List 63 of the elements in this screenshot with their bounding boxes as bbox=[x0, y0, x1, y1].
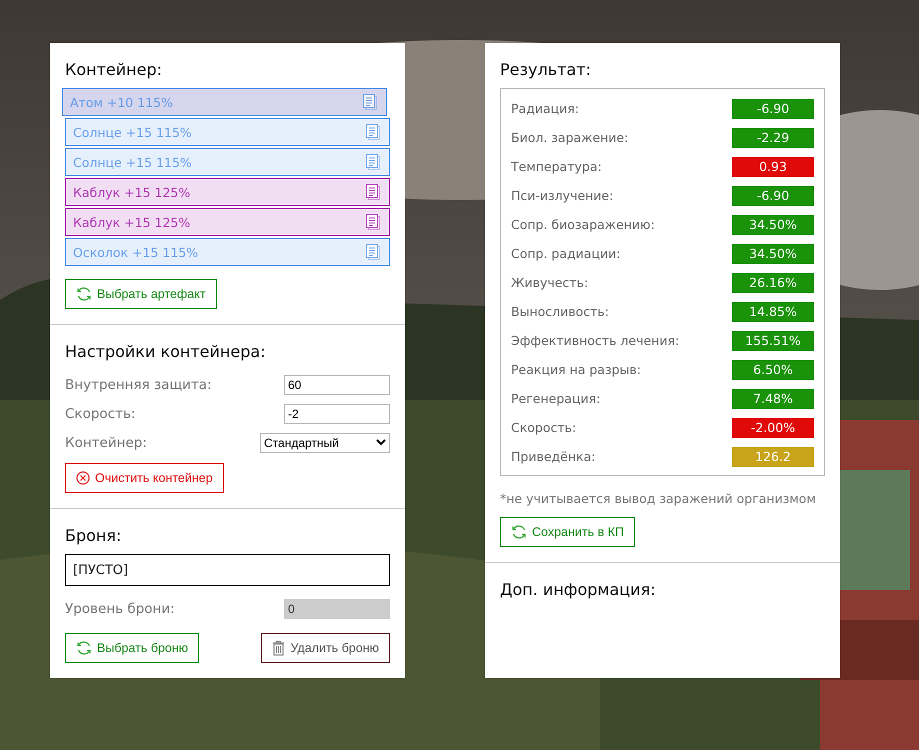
field-label: Уровень брони: bbox=[65, 600, 175, 616]
stat-label: Живучесть: bbox=[511, 275, 588, 290]
refresh-icon bbox=[76, 286, 92, 302]
clear-container-button[interactable]: Очистить контейнер bbox=[65, 463, 224, 493]
artifact-item[interactable]: Каблук +15 125% bbox=[65, 178, 390, 206]
close-circle-icon bbox=[76, 471, 90, 485]
stat-value: 34.50% bbox=[732, 244, 814, 264]
stat-value: -2.29 bbox=[732, 128, 814, 148]
stat-label: Пси-излучение: bbox=[511, 188, 614, 203]
delete-armor-button[interactable]: Удалить броню bbox=[261, 633, 390, 663]
stat-label: Радиация: bbox=[511, 101, 579, 116]
field-label: Контейнер: bbox=[65, 434, 147, 450]
stat-label: Биол. заражение: bbox=[511, 130, 628, 145]
field-label: Внутренняя защита: bbox=[65, 376, 212, 392]
stat-value: 126.2 bbox=[732, 446, 814, 466]
section-title: Броня: bbox=[65, 526, 122, 545]
armor-name-field[interactable]: [ПУСТО] bbox=[65, 554, 390, 586]
stat-label: Реакция на разрыв: bbox=[511, 362, 641, 377]
select-artifact-button[interactable]: Выбрать артефакт bbox=[65, 279, 217, 309]
stat-label: Температура: bbox=[511, 159, 602, 174]
stat-label: Приведёнка: bbox=[511, 449, 596, 464]
stat-label: Выносливость: bbox=[511, 304, 609, 319]
stat-value: -6.90 bbox=[732, 98, 814, 118]
document-icon bbox=[365, 123, 381, 141]
document-icon bbox=[365, 243, 381, 261]
trash-icon bbox=[272, 640, 286, 656]
stat-label: Эффективность лечения: bbox=[511, 333, 680, 348]
field-label: Скорость: bbox=[65, 406, 136, 422]
document-icon bbox=[362, 93, 378, 111]
section-title: Настройки контейнера: bbox=[65, 342, 267, 361]
stat-value: -2.00% bbox=[732, 418, 814, 438]
stat-label: Сопр. биозаражению: bbox=[511, 217, 655, 232]
select-armor-button[interactable]: Выбрать броню bbox=[65, 633, 200, 663]
stat-label: Сопр. радиации: bbox=[511, 246, 620, 261]
section-title: Доп. информация: bbox=[500, 580, 657, 599]
refresh-icon bbox=[511, 524, 527, 540]
stat-value: 7.48% bbox=[732, 388, 814, 408]
document-icon bbox=[365, 153, 381, 171]
armor-level-field: 0 bbox=[284, 598, 390, 618]
save-button[interactable]: Сохранить в КП bbox=[500, 517, 635, 547]
stat-value: -6.90 bbox=[732, 186, 814, 206]
artifact-item[interactable]: Солнце +15 115% bbox=[65, 118, 390, 146]
refresh-icon bbox=[76, 640, 92, 656]
section-title: Контейнер: bbox=[65, 60, 164, 79]
stat-value: 155.51% bbox=[732, 330, 814, 350]
input-field[interactable]: 60 bbox=[284, 374, 390, 394]
artifact-item[interactable]: Каблук +15 125% bbox=[65, 208, 390, 236]
stat-value: 26.16% bbox=[732, 272, 814, 292]
select-field[interactable]: Стандартный bbox=[260, 432, 390, 452]
stat-value: 6.50% bbox=[732, 360, 814, 380]
stat-value: 0.93 bbox=[732, 156, 814, 176]
stat-label: Скорость: bbox=[511, 420, 576, 435]
stat-value: 34.50% bbox=[732, 214, 814, 234]
artifact-item[interactable]: Осколок +15 115% bbox=[65, 238, 390, 266]
stat-value: 14.85% bbox=[732, 302, 814, 322]
document-icon bbox=[365, 183, 381, 201]
section-title: Результат: bbox=[500, 60, 592, 79]
chevron-icon bbox=[376, 439, 386, 446]
artifact-item[interactable]: Солнце +15 115% bbox=[65, 148, 390, 176]
input-field[interactable]: -2 bbox=[284, 404, 390, 424]
document-icon bbox=[365, 213, 381, 231]
footnote: *не учитывается вывод заражений организмом bbox=[500, 490, 817, 507]
stat-label: Регенерация: bbox=[511, 391, 600, 406]
